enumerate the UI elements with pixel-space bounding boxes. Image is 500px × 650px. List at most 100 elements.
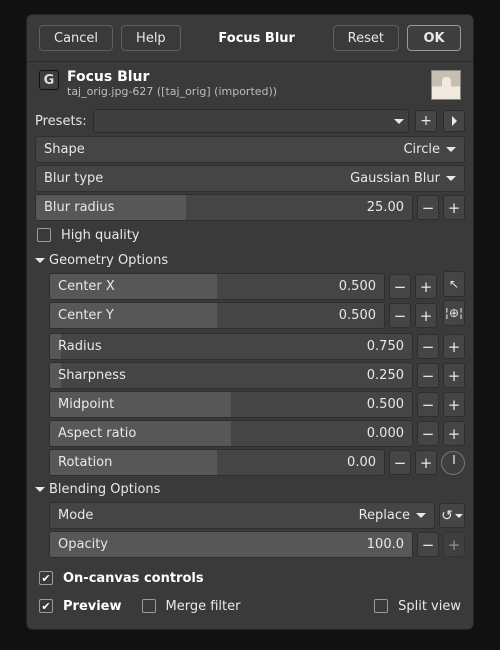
rotation-label: Rotation [58,455,112,470]
aspect-decrement[interactable]: − [417,421,439,446]
reset-icon: ↺ [441,508,453,524]
center-x-value: 0.500 [339,279,376,294]
presets-label: Presets: [35,114,87,129]
chevron-down-icon [394,119,404,124]
mode-dropdown[interactable]: Mode Replace [49,502,435,529]
opacity-field[interactable]: Opacity 100.0 [49,531,413,558]
aspect-value: 0.000 [367,426,404,441]
target-drawable-label: taj_orig.jpg-627 ([taj_orig] (imported)) [67,85,423,98]
aspect-field[interactable]: Aspect ratio 0.000 [49,420,413,447]
aspect-label: Aspect ratio [58,426,136,441]
titlebar: Cancel Help Focus Blur Reset OK [27,15,473,62]
sharpness-value: 0.250 [367,368,404,383]
dialog-window: Cancel Help Focus Blur Reset OK G Focus … [26,14,474,630]
opacity-increment[interactable]: + [443,532,465,557]
center-y-field[interactable]: Center Y 0.500 [49,302,385,329]
ok-button[interactable]: OK [407,25,461,51]
center-y-value: 0.500 [339,308,376,323]
blur-type-label: Blur type [44,171,103,186]
blur-radius-label: Blur radius [44,200,114,215]
geometry-section-toggle[interactable]: Geometry Options [35,249,465,271]
blur-radius-value: 25.00 [367,200,404,215]
opacity-label: Opacity [58,537,108,552]
help-button[interactable]: Help [121,25,181,51]
high-quality-label: High quality [61,228,139,243]
mode-reset-button[interactable]: ↺ [439,503,465,528]
rotation-decrement[interactable]: − [389,450,411,475]
split-view-label: Split view [398,599,461,614]
plus-icon: + [420,113,432,129]
merge-filter-checkbox[interactable] [142,599,156,613]
center-x-field[interactable]: Center X 0.500 [49,273,385,300]
header: G Focus Blur taj_orig.jpg-627 ([taj_orig… [27,62,473,102]
midpoint-value: 0.500 [367,397,404,412]
triangle-right-icon [452,116,457,126]
mode-label: Mode [58,508,93,523]
presets-row: Presets: + [35,108,465,134]
blending-section-toggle[interactable]: Blending Options [35,478,465,500]
opacity-decrement[interactable]: − [417,532,439,557]
blur-radius-field[interactable]: Blur radius 25.00 [35,194,413,221]
mode-value: Replace [359,508,410,523]
pick-point-button[interactable]: ↖ [443,271,465,297]
sharpness-increment[interactable]: + [443,363,465,388]
midpoint-decrement[interactable]: − [417,392,439,417]
blur-radius-decrement[interactable]: − [417,195,439,220]
blur-type-dropdown[interactable]: Blur type Gaussian Blur [35,165,465,192]
shape-label: Shape [44,142,85,157]
blending-section-label: Blending Options [49,482,160,497]
blur-radius-increment[interactable]: + [443,195,465,220]
expander-icon [35,487,45,492]
center-y-increment[interactable]: + [415,303,437,328]
on-canvas-label: On-canvas controls [63,571,204,586]
chevron-down-icon [446,176,456,181]
radius-field[interactable]: Radius 0.750 [49,333,413,360]
midpoint-label: Midpoint [58,397,114,412]
rotation-dial[interactable] [441,451,465,475]
opacity-value: 100.0 [367,537,404,552]
high-quality-checkbox[interactable] [37,228,51,242]
merge-filter-label: Merge filter [166,599,241,614]
on-canvas-checkbox[interactable] [39,571,53,585]
rotation-increment[interactable]: + [415,450,437,475]
aspect-increment[interactable]: + [443,421,465,446]
center-x-decrement[interactable]: − [389,274,411,299]
center-y-decrement[interactable]: − [389,303,411,328]
preset-add-button[interactable]: + [415,110,437,132]
cursor-icon: ↖ [449,277,459,291]
shape-dropdown[interactable]: Shape Circle [35,136,465,163]
expander-icon [35,258,45,263]
center-reset-button[interactable]: ¦⊕¦ [443,300,465,326]
center-x-increment[interactable]: + [415,274,437,299]
shape-value: Circle [403,142,440,157]
sharpness-field[interactable]: Sharpness 0.250 [49,362,413,389]
preview-checkbox[interactable] [39,599,53,613]
geometry-section-label: Geometry Options [49,253,168,268]
midpoint-field[interactable]: Midpoint 0.500 [49,391,413,418]
rotation-field[interactable]: Rotation 0.00 [49,449,385,476]
chevron-down-icon [446,147,456,152]
split-view-checkbox[interactable] [374,599,388,613]
preview-label: Preview [63,599,122,614]
chevron-down-icon [416,513,426,518]
radius-decrement[interactable]: − [417,334,439,359]
rotation-value: 0.00 [347,455,376,470]
cancel-button[interactable]: Cancel [39,25,113,51]
radius-value: 0.750 [367,339,404,354]
radius-label: Radius [58,339,102,354]
sharpness-decrement[interactable]: − [417,363,439,388]
presets-dropdown[interactable] [93,109,409,133]
blur-type-value: Gaussian Blur [350,171,440,186]
center-y-label: Center Y [58,308,114,323]
gimp-icon: G [39,70,59,90]
chevron-down-icon [455,514,463,518]
preset-menu-button[interactable] [443,110,465,132]
dialog-title: Focus Blur [208,25,305,51]
radius-increment[interactable]: + [443,334,465,359]
target-icon: ¦⊕¦ [445,306,463,320]
reset-button[interactable]: Reset [333,25,399,51]
center-x-label: Center X [58,279,115,294]
midpoint-increment[interactable]: + [443,392,465,417]
sharpness-label: Sharpness [58,368,126,383]
preview-thumbnail [431,70,461,100]
